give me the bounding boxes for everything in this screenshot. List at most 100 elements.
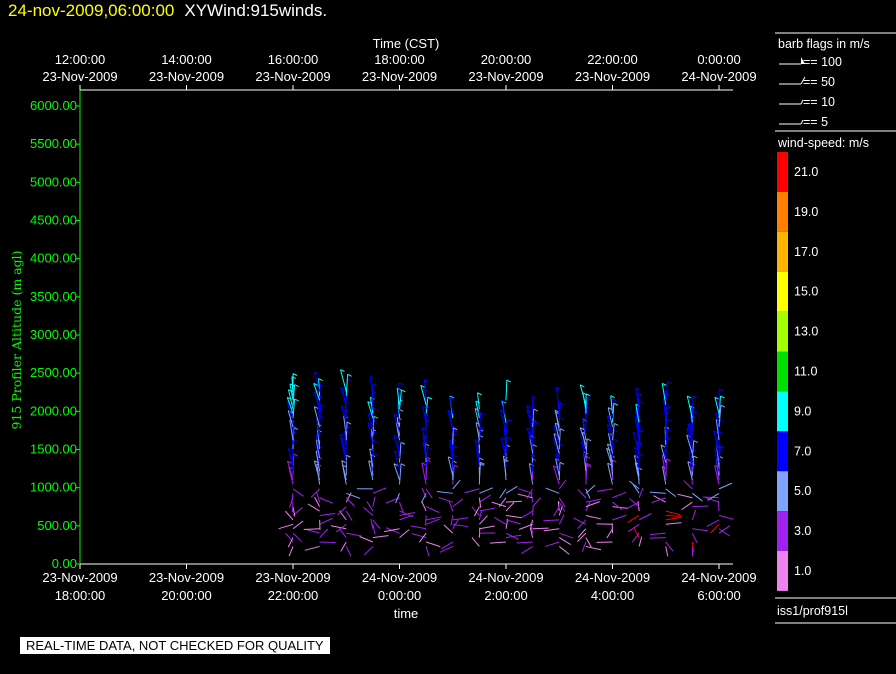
wind-barb xyxy=(505,514,522,519)
wind-barb-flag xyxy=(667,381,672,385)
top-axis-title: Time (CST) xyxy=(373,36,440,51)
wind-barb xyxy=(638,487,644,498)
wind-barb xyxy=(706,519,720,527)
color-scale-swatch xyxy=(777,231,788,272)
wind-barb xyxy=(545,487,560,494)
wind-barb xyxy=(517,493,533,499)
bottom-tick-label-time: 22:00:00 xyxy=(268,588,319,603)
bottom-tick-label-time: 20:00:00 xyxy=(161,588,212,603)
wind-barb xyxy=(292,488,305,497)
y-tick-label: 0.00 xyxy=(52,556,77,571)
wind-barb xyxy=(319,497,334,504)
wind-barb xyxy=(649,532,666,536)
wind-barb xyxy=(718,514,734,520)
y-tick-label: 2500.00 xyxy=(30,365,77,380)
wind-barb xyxy=(532,527,549,530)
wind-barb xyxy=(291,502,294,513)
y-axis-label: 915 Profiler Altitude (m agl) xyxy=(9,251,24,430)
wind-barb xyxy=(421,462,427,485)
wind-barb-flag xyxy=(372,383,378,387)
color-scale-swatch xyxy=(777,191,788,232)
wind-barb xyxy=(649,491,666,494)
wind-barb xyxy=(543,519,560,522)
wind-barb xyxy=(341,460,347,481)
wind-barb xyxy=(319,517,333,525)
top-tick-label-date: 23-Nov-2009 xyxy=(575,69,650,84)
wind-barb xyxy=(372,524,376,535)
barb-legend-label: == 10 xyxy=(803,95,835,109)
color-scale-swatch xyxy=(777,351,788,392)
wind-barb xyxy=(319,528,329,538)
wind-barb xyxy=(425,488,433,499)
wind-barb xyxy=(448,501,454,512)
wind-barb xyxy=(450,515,454,526)
wind-barb xyxy=(544,541,560,548)
wind-barb xyxy=(612,514,627,521)
wind-barb-flag xyxy=(560,428,565,432)
wind-barb-flag xyxy=(720,445,725,449)
wind-barb xyxy=(452,498,464,507)
wind-barb xyxy=(478,497,482,508)
wind-barb-flag xyxy=(585,455,591,459)
barb-legend-label: == 100 xyxy=(803,55,842,69)
wind-barb xyxy=(345,546,352,557)
color-scale-swatch xyxy=(777,511,788,551)
wind-barb xyxy=(505,380,508,401)
wind-barb-flag xyxy=(612,438,618,442)
color-scale-label: 17.0 xyxy=(794,245,818,259)
color-scale-swatch xyxy=(777,271,788,312)
wind-barb xyxy=(692,528,709,532)
wind-barb-flag xyxy=(534,420,539,424)
wind-barb-flag xyxy=(638,452,644,456)
wind-barb xyxy=(665,488,677,498)
wind-barb-flag xyxy=(400,463,406,467)
wind-barb xyxy=(363,546,374,556)
wind-barb xyxy=(532,505,534,516)
wind-barb xyxy=(425,515,427,526)
wind-barb xyxy=(553,506,560,517)
color-scale-swatch xyxy=(777,431,788,472)
color-scale-swatch xyxy=(777,152,788,192)
wind-barb xyxy=(449,396,454,414)
wind-barb-flag xyxy=(720,404,726,408)
color-scale-label: 21.0 xyxy=(794,165,818,179)
bottom-tick-label-time: 18:00:00 xyxy=(55,588,106,603)
wind-barb xyxy=(291,493,294,504)
wind-barb xyxy=(555,387,560,410)
wind-barb xyxy=(464,488,480,494)
top-tick-label-time: 16:00:00 xyxy=(268,52,319,67)
bottom-tick-label-date: 23-Nov-2009 xyxy=(255,570,330,585)
y-tick-label: 1500.00 xyxy=(30,442,77,457)
wind-barb xyxy=(631,532,640,543)
wind-barb xyxy=(665,546,669,557)
top-tick-label-date: 23-Nov-2009 xyxy=(362,69,437,84)
wind-barb-flag xyxy=(719,431,724,435)
wind-barb-flag xyxy=(294,398,299,402)
wind-barb-flag xyxy=(532,444,537,447)
wind-barb xyxy=(579,384,587,405)
wind-barb-flag xyxy=(347,378,352,382)
bottom-tick-label-time: 4:00:00 xyxy=(591,588,634,603)
wind-barb-flag xyxy=(586,438,592,442)
wind-barb xyxy=(710,523,720,534)
color-scale-swatch xyxy=(777,311,788,352)
wind-barb xyxy=(558,501,566,512)
wind-barb xyxy=(399,463,402,485)
color-scale-label: 13.0 xyxy=(794,325,818,339)
color-scale-label: 11.0 xyxy=(794,364,817,378)
wind-barb xyxy=(438,496,453,503)
wind-barb xyxy=(585,537,592,548)
wind-barb xyxy=(691,440,695,458)
x-axis-label: time xyxy=(394,606,419,621)
wind-barb xyxy=(683,480,693,490)
wind-barb-flag xyxy=(507,418,513,422)
wind-barb xyxy=(558,514,565,525)
wind-barb xyxy=(478,509,483,520)
wind-barb-flag xyxy=(613,429,618,433)
top-tick-label-time: 14:00:00 xyxy=(161,52,212,67)
wind-barb xyxy=(577,528,587,538)
wind-barb xyxy=(345,374,349,396)
top-tick-label-date: 23-Nov-2009 xyxy=(468,69,543,84)
wind-barb xyxy=(479,494,491,503)
wind-barb xyxy=(372,496,376,507)
